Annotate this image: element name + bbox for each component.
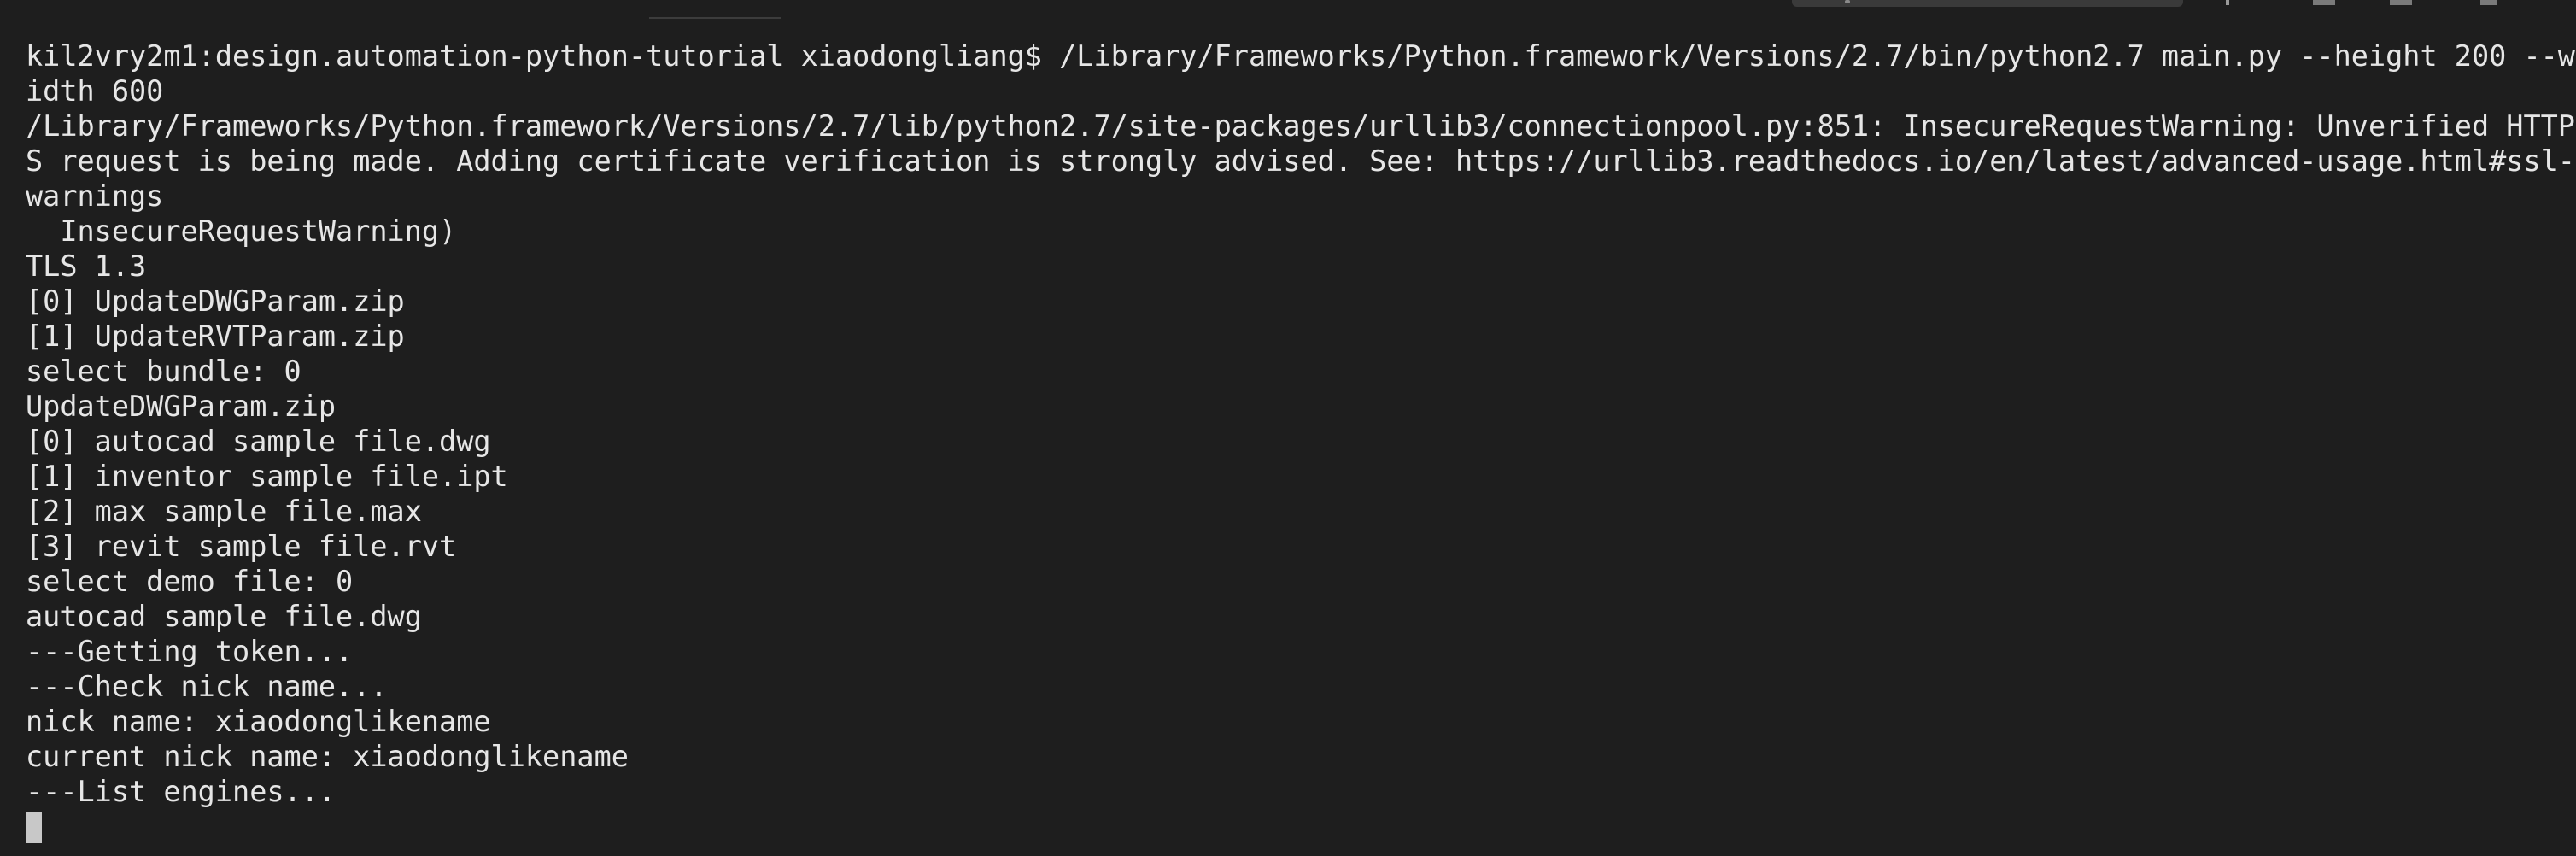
prompt-line[interactable] [26, 809, 2576, 844]
terminal-line: warnings [26, 179, 164, 213]
terminal-line: ---List engines... [26, 775, 337, 808]
terminal-line: [0] UpdateDWGParam.zip [26, 284, 405, 318]
terminal-line: [3] revit sample file.rvt [26, 530, 457, 563]
terminal-line: [1] inventor sample file.ipt [26, 460, 508, 493]
terminal-line: autocad sample file.dwg [26, 600, 422, 633]
terminal-line: select bundle: 0 [26, 355, 302, 388]
terminal-line: select demo file: 0 [26, 565, 354, 598]
terminal-line: S request is being made. Adding certific… [26, 144, 2575, 178]
terminal-output[interactable]: kil2vry2m1:design.automation-python-tuto… [0, 0, 2576, 856]
terminal-line: TLS 1.3 [26, 249, 147, 283]
terminal-line: ---Getting token... [26, 635, 354, 668]
terminal-line: idth 600 [26, 74, 164, 108]
terminal-line: current nick name: xiaodonglikename [26, 740, 629, 773]
terminal-line: InsecureRequestWarning) [26, 214, 457, 248]
terminal-line: kil2vry2m1:design.automation-python-tuto… [26, 39, 2575, 73]
terminal-line: [0] autocad sample file.dwg [26, 425, 491, 458]
terminal-line: [2] max sample file.max [26, 495, 422, 528]
terminal-line: UpdateDWGParam.zip [26, 390, 337, 423]
terminal-line: ---Check nick name... [26, 670, 388, 703]
terminal-line: /Library/Frameworks/Python.framework/Ver… [26, 109, 2575, 143]
terminal-line: nick name: xiaodonglikename [26, 705, 491, 738]
text-cursor [26, 812, 42, 843]
terminal-window: kil2vry2m1:design.automation-python-tuto… [0, 0, 2576, 856]
terminal-line: [1] UpdateRVTParam.zip [26, 320, 405, 353]
